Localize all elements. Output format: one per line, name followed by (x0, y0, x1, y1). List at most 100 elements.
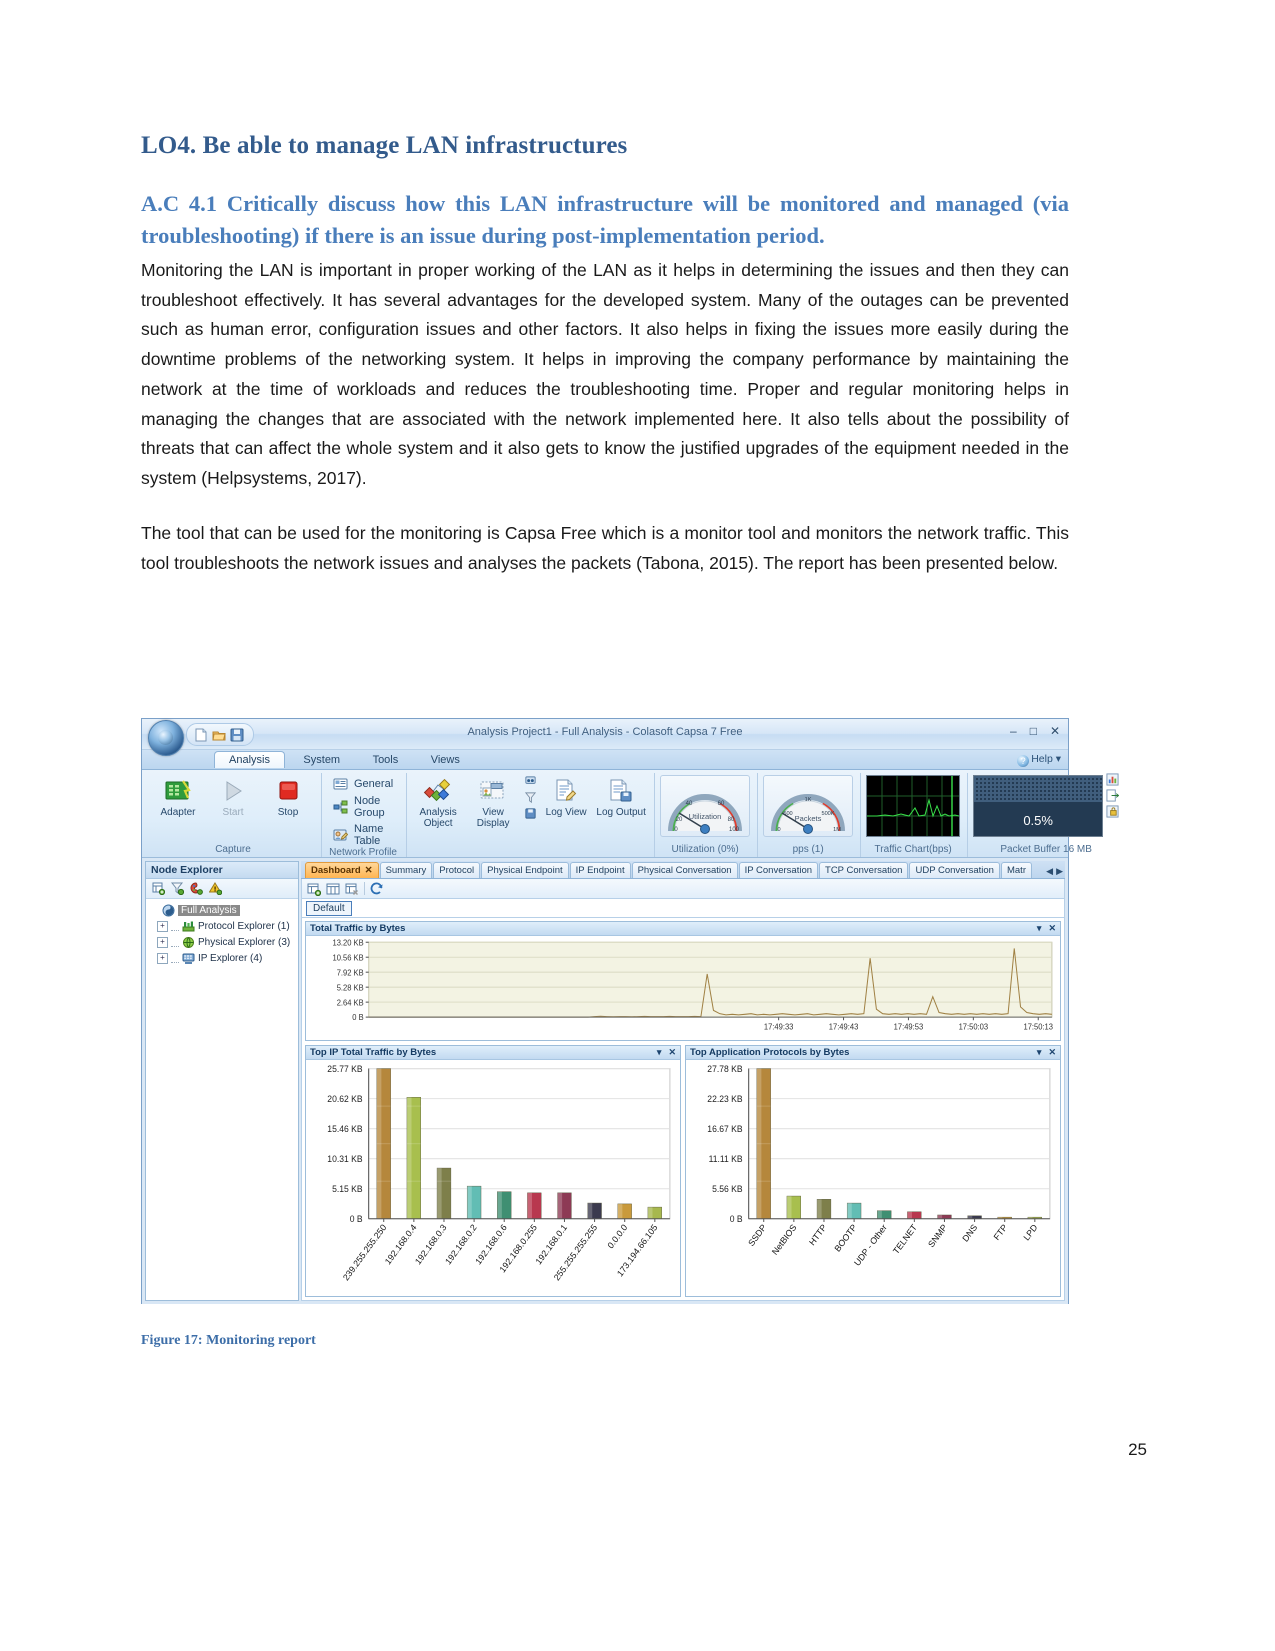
refresh-icon[interactable] (370, 882, 384, 896)
node-explorer-title: Node Explorer (146, 862, 298, 879)
tree-item-full-analysis[interactable]: Full Analysis (150, 902, 298, 918)
ribbon-group-label-capture: Capture (215, 844, 251, 855)
ribbon-tab-tools[interactable]: Tools (359, 751, 413, 768)
ribbon-button-analysis-object[interactable]: Analysis Object (412, 775, 464, 829)
tab-dashboard[interactable]: Dashboard ✕ (305, 862, 379, 878)
tab-matrix[interactable]: Matr (1000, 862, 1032, 878)
funnel-icon[interactable] (524, 791, 537, 804)
svg-text:11.11 KB: 11.11 KB (709, 1154, 743, 1164)
svg-text:16.67 KB: 16.67 KB (707, 1124, 742, 1134)
page-title: LO4. Be able to manage LAN infrastructur… (141, 132, 628, 159)
top-ip-bar-chart: 0 B 5.15 KB 10.31 KB 15.46 KB 20.62 KB 25.77 … (327, 1064, 671, 1282)
utilization-gauge: 20 40 60 80 0 100 Utilization (660, 775, 751, 837)
ribbon-menu-name-table[interactable]: Name Table (333, 823, 393, 847)
expand-icon-physical[interactable]: + (157, 936, 168, 948)
chevron-left-icon[interactable]: ◀ (1046, 866, 1053, 877)
minimize-button[interactable]: – (1010, 724, 1017, 738)
expand-icon-protocol[interactable]: + (157, 920, 168, 932)
tree-item-ip-explorer[interactable]: + IP Explorer (4) (150, 950, 298, 966)
tab-protocol[interactable]: Protocol (433, 862, 481, 878)
buffer-stats-icon[interactable] (1106, 773, 1119, 786)
expand-icon-ip[interactable]: + (157, 952, 168, 964)
save-settings-icon[interactable] (524, 807, 537, 820)
tree-label-ip-explorer: IP Explorer (4) (198, 952, 263, 964)
color-icon[interactable] (190, 882, 203, 895)
tab-udp-conversation[interactable]: UDP Conversation (909, 862, 1000, 878)
node-explorer-panel: Node Explorer Full Analysis + Protocol E… (145, 861, 299, 1301)
panel-close-icon[interactable]: ✕ (668, 1047, 676, 1058)
tab-ip-conversation[interactable]: IP Conversation (738, 862, 819, 878)
svg-text:1K: 1K (805, 797, 812, 803)
panel-minimize-icon[interactable]: ▾ (657, 1047, 662, 1058)
close-button[interactable]: ✕ (1050, 724, 1060, 738)
svg-text:25.77 KB: 25.77 KB (327, 1064, 362, 1074)
svg-text:15.46 KB: 15.46 KB (327, 1124, 362, 1134)
tab-scroll-controls[interactable]: ◀ ▶ (1046, 866, 1063, 877)
node-explorer-tree: Full Analysis + Protocol Explorer (1) + … (146, 899, 298, 966)
delete-chart-icon[interactable] (345, 882, 359, 896)
ribbon-menu-node-group[interactable]: Node Group (333, 795, 393, 819)
packet-buffer-grid (974, 776, 1103, 802)
edit-chart-icon[interactable] (326, 882, 340, 896)
ribbon-button-start[interactable]: Start (207, 775, 259, 819)
chevron-right-icon[interactable]: ▶ (1056, 866, 1063, 877)
svg-text:10.31 KB: 10.31 KB (327, 1154, 362, 1164)
svg-text:22.23 KB: 22.23 KB (707, 1094, 742, 1104)
window-titlebar: Analysis Project1 - Full Analysis - Cola… (142, 719, 1068, 756)
ribbon-menu-label-general: General (354, 778, 394, 790)
ribbon-button-log-view[interactable]: Log View (540, 775, 592, 819)
ribbon-group-pps: 500 1K 500K 0 1M Packets pps (1) (757, 773, 858, 857)
panel-close-icon[interactable]: ✕ (1048, 923, 1056, 934)
add-chart-icon[interactable] (307, 882, 321, 896)
window-title: Analysis Project1 - Full Analysis - Cola… (467, 726, 743, 738)
close-icon[interactable]: ✕ (365, 865, 373, 876)
ribbon-group-label-packet-buffer: Packet Buffer 16 MB (1000, 844, 1092, 855)
svg-text:27.78 KB: 27.78 KB (707, 1064, 742, 1074)
maximize-button[interactable]: □ (1030, 724, 1037, 738)
ribbon-tab-views[interactable]: Views (417, 751, 474, 768)
panel-minimize-icon[interactable]: ▾ (1037, 923, 1042, 934)
adapter-icon (161, 775, 195, 807)
help-button[interactable]: ? Help ▾ (1017, 753, 1061, 767)
svg-text:5.15 KB: 5.15 KB (332, 1184, 363, 1194)
tab-ip-endpoint[interactable]: IP Endpoint (569, 862, 631, 878)
play-icon (216, 775, 250, 807)
tab-summary[interactable]: Summary (379, 862, 433, 878)
ribbon-button-stop[interactable]: Stop (262, 775, 314, 819)
help-icon: ? (1017, 755, 1030, 767)
ribbon-group-label-pps: pps (1) (792, 844, 824, 855)
figure-caption: Figure 17: Monitoring report (141, 1333, 316, 1348)
ribbon-label-view-display: View Display (476, 807, 510, 829)
ribbon-button-adapter[interactable]: Adapter (152, 775, 204, 819)
tree-item-protocol-explorer[interactable]: + Protocol Explorer (1) (150, 918, 298, 934)
tab-tcp-conversation[interactable]: TCP Conversation (819, 862, 909, 878)
svg-text:7.92 KB: 7.92 KB (337, 968, 364, 977)
panel-minimize-icon[interactable]: ▾ (1037, 1047, 1042, 1058)
alarm-icon[interactable] (209, 882, 222, 895)
top-app-bar-chart: 0 B 5.56 KB 11.11 KB 16.67 KB 22.23 KB 27.78 … (707, 1064, 1051, 1268)
svg-text:Utilization: Utilization (689, 812, 722, 821)
tab-physical-endpoint[interactable]: Physical Endpoint (481, 862, 569, 878)
packets-gauge: 500 1K 500K 0 1M Packets (763, 775, 854, 837)
ribbon-tab-system[interactable]: System (289, 751, 354, 768)
ribbon-tab-analysis[interactable]: Analysis (214, 751, 285, 768)
ribbon-group-traffic-chart: Traffic Chart(bps) (860, 773, 965, 857)
main-pane: Dashboard ✕ Summary Protocol Physical End… (301, 861, 1065, 1301)
buffer-lock-icon[interactable] (1106, 805, 1119, 818)
ribbon-button-log-output[interactable]: Log Output (595, 775, 647, 819)
filter-icon[interactable] (171, 882, 184, 895)
svg-text:NetBIOS: NetBIOS (770, 1222, 799, 1257)
tree-item-physical-explorer[interactable]: + Physical Explorer (3) (150, 934, 298, 950)
ribbon-label-stop: Stop (277, 807, 299, 818)
application-orb-icon[interactable] (148, 720, 184, 756)
tab-physical-conversation[interactable]: Physical Conversation (631, 862, 738, 878)
profile-default-button[interactable]: Default (306, 900, 352, 916)
buffer-export-icon[interactable] (1106, 789, 1120, 802)
ribbon-menu-general[interactable]: General (333, 777, 393, 791)
panel-close-icon[interactable]: ✕ (1048, 1047, 1056, 1058)
svg-text:BOOTP: BOOTP (833, 1222, 859, 1254)
filter-settings-icon[interactable] (524, 775, 537, 788)
add-node-icon[interactable] (152, 882, 165, 895)
ribbon-button-view-display[interactable]: View Display (467, 775, 519, 829)
dashboard-bottom-row: Top IP Total Traffic by Bytes ▾ ✕ 0 B 5.1… (305, 1045, 1061, 1297)
